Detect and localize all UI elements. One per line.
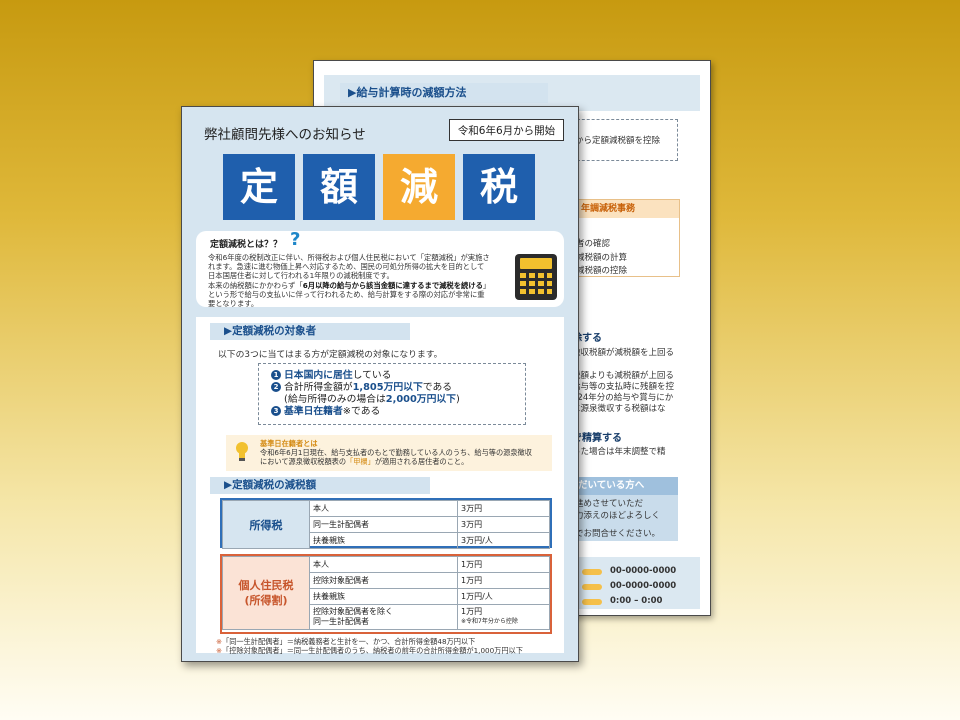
- contact-line: でお問合せください。: [575, 529, 661, 539]
- start-badge: 令和6年6月から開始: [449, 119, 564, 141]
- targets-heading: ▶定額減税の対象者: [210, 323, 410, 340]
- title-tile-3: 減: [383, 154, 455, 220]
- table-cell: 1万円 ※令和7年分から控除: [457, 604, 550, 630]
- table-cell: 同一生計配偶者: [309, 516, 458, 533]
- contact-line: 力添えのほどよろしく: [575, 511, 661, 521]
- question-mark-icon: ?: [290, 229, 301, 250]
- back-dash-box: から定額減税額を控除: [572, 119, 678, 161]
- what-is-line: という形で給与の支払いに伴って行われるため、給与計算をする際の対応が非常に重: [208, 289, 485, 299]
- resident-tax-table: 個人住民税 (所得割) 本人 1万円 控除対象配偶者 1万円 扶養親族 1万円/…: [222, 556, 550, 630]
- contact-box: だいている方へ 進めさせていただ 力添えのほどよろしく でお問合せください。: [572, 477, 678, 541]
- title-tile-1: 定: [223, 154, 295, 220]
- condition-2-sub: (給与所得のみの場合は2,000万円以下): [284, 394, 460, 405]
- lightbulb-icon: [236, 442, 248, 461]
- number-badge-3: 3: [271, 406, 281, 416]
- what-is-body: 令和6年度の税制改正に伴い、所得税および個人住民税において「定額減税」が実施さ …: [208, 253, 526, 308]
- fax-marker: [582, 584, 602, 590]
- main-panel: ▶定額減税の対象者 以下の3つに当てはまる方が定額減税の対象になります。 1 日本…: [196, 317, 564, 655]
- table-cell: 扶養親族: [309, 588, 458, 605]
- table-cell: 控除対象配偶者: [309, 572, 458, 589]
- block1-line: 給与等の支払時に残額を控: [572, 382, 675, 392]
- block1-line: に源泉徴収する税額はな: [572, 404, 666, 414]
- title-tile-4: 税: [463, 154, 535, 220]
- conditions-box: 1 日本国内に居住している 2 合計所得金額が1,805万円以下である (給与所得の…: [258, 363, 526, 425]
- notice-title: 弊社顧問先様へのお知らせ: [204, 127, 366, 143]
- hours-marker: [582, 599, 602, 605]
- fax-number: 00-0000-0000: [610, 581, 677, 591]
- table-cell: 本人: [309, 556, 458, 573]
- block2-line: った場合は年末調整で精: [572, 447, 666, 457]
- back-section-heading: ▶給与計算時の減額方法: [340, 83, 548, 103]
- nencho-box: 年調減税事務 者の確認 減税額の計算 減税額の控除: [572, 199, 680, 277]
- nencho-line: 者の確認: [576, 239, 611, 249]
- what-is-line: 本来の納税額にかかわらず「6月以降の給与から該当金額に達するまで減税を続ける」: [208, 280, 491, 290]
- block2-heading: で精算する: [572, 433, 622, 444]
- block1-line: 024年分の給与や賞与にか: [572, 393, 674, 403]
- front-page: 弊社顧問先様へのお知らせ 令和6年6月から開始 定 額 減 税 定額減税とは？？…: [181, 106, 579, 662]
- nencho-heading: 年調減税事務: [573, 200, 679, 218]
- footnote-2: ※「控除対象配偶者」＝同一生計配偶者のうち、納税者の前年の合計所得金額が1,00…: [216, 646, 523, 655]
- phone-marker: [582, 569, 602, 575]
- what-is-title: 定額減税とは？？: [210, 240, 283, 250]
- what-is-line: 要となります。: [208, 299, 259, 309]
- targets-intro: 以下の3つに当てはまる方が定額減税の対象になります。: [218, 350, 443, 360]
- condition-2: 2 合計所得金額が1,805万円以下である: [271, 382, 525, 394]
- condition-1: 1 日本国内に居住している: [271, 370, 525, 382]
- table-row: 個人住民税 (所得割) 本人 1万円: [222, 556, 550, 630]
- block1-line: 税額よりも減税額が上回る: [572, 371, 674, 381]
- what-is-line: 令和6年度の税制改正に伴い、所得税および個人住民税において「定額減税」が実施さ: [208, 253, 490, 262]
- kijun-text: 令和6年6月1日現在、給与支払者のもとで勤務している人のうち、給与等の源泉徴収 …: [260, 448, 532, 466]
- income-tax-label: 所得税: [222, 500, 310, 549]
- table-cell: 1万円: [457, 572, 550, 589]
- kijun-note: 基準日在籍者とは 令和6年6月1日現在、給与支払者のもとで勤務している人のうち、…: [226, 435, 552, 471]
- business-hours: 0:00 – 0:00: [610, 596, 663, 606]
- resident-tax-label: 個人住民税 (所得割): [222, 556, 310, 630]
- phone-number: 00-0000-0000: [610, 566, 677, 576]
- income-tax-table: 所得税 本人 3万円 同一生計配偶者 3万円 扶養親族 3万円/人: [222, 500, 550, 549]
- number-badge-2: 2: [271, 382, 281, 392]
- nencho-line: 減税額の計算: [576, 252, 628, 263]
- table-cell: 1万円: [457, 556, 550, 573]
- contact-line: 進めさせていただ: [575, 499, 644, 509]
- what-is-line: れます。急速に進む物価上昇へ対応するため、国民の可処分所得の拡大を目的として: [208, 262, 485, 272]
- contact-heading: だいている方へ: [572, 477, 678, 495]
- number-badge-1: 1: [271, 370, 281, 380]
- table-cell: 3万円: [457, 500, 550, 517]
- amounts-heading: ▶定額減税の減税額: [210, 477, 430, 494]
- table-row: 所得税 本人 3万円: [222, 500, 550, 549]
- table-cell: 3万円: [457, 516, 550, 533]
- table-cell: 本人: [309, 500, 458, 517]
- nencho-line: 減税額の控除: [576, 266, 628, 276]
- table-cell: 扶養親族: [309, 532, 458, 549]
- block1-line: 徴収税額が減税額を上回る: [572, 348, 675, 358]
- calculator-icon: [515, 254, 557, 300]
- table-cell: 3万円/人: [457, 532, 550, 549]
- title-tile-2: 額: [303, 154, 375, 220]
- table-cell: 控除対象配偶者を除く 同一生計配偶者: [309, 604, 458, 630]
- condition-3: 3 基準日在籍者※である: [271, 406, 525, 418]
- table-cell: 1万円/人: [457, 588, 550, 605]
- what-is-line: 日本国居住者に対して行われる1年限りの減税制度です。: [208, 271, 394, 281]
- what-is-box: 定額減税とは？？ ? 令和6年度の税制改正に伴い、所得税および個人住民税において…: [196, 229, 564, 308]
